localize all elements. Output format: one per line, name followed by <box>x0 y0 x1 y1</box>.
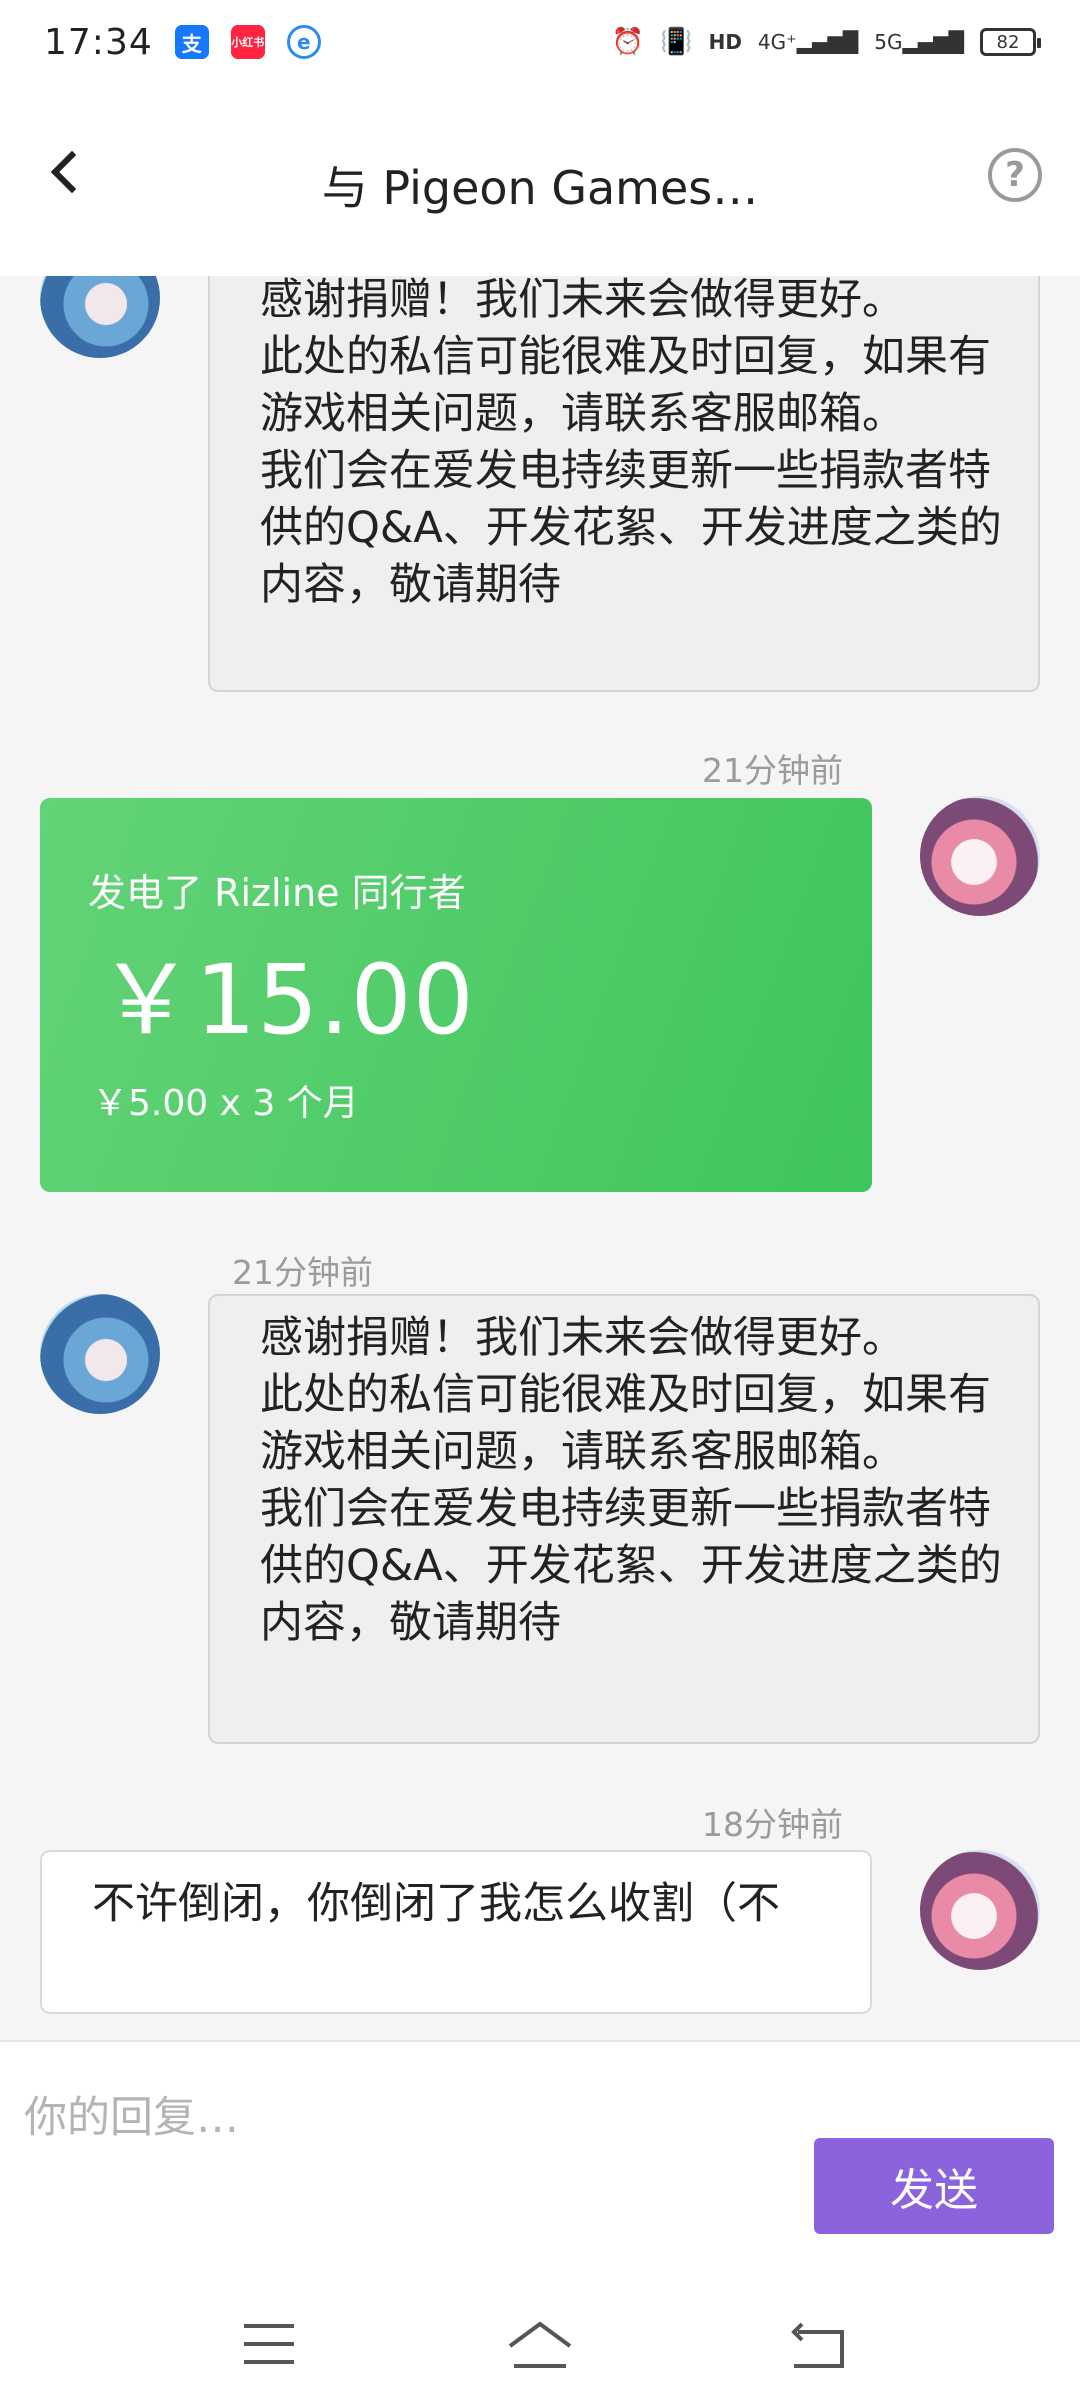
home-button[interactable] <box>500 2312 580 2382</box>
donation-card[interactable]: 发电了 Rizline 同行者 ￥15.00 ￥5.00 x 3 个月 <box>40 798 872 1192</box>
donation-detail: ￥5.00 x 3 个月 <box>92 1083 359 1124</box>
user-message-bubble: 不许倒闭，你倒闭了我怎么收割（不 <box>40 1850 872 2014</box>
nav-back-button[interactable] <box>780 2312 860 2382</box>
user-avatar[interactable] <box>920 796 1040 916</box>
creator-message-bubble: 感谢捐赠！我们未来会做得更好。 此处的私信可能很难及时回复，如果有游戏相关问题，… <box>208 276 1040 692</box>
system-nav-bar <box>0 2292 1080 2408</box>
help-button[interactable]: ? <box>988 148 1042 202</box>
send-button[interactable]: 发送 <box>814 2138 1054 2234</box>
donation-amount: ￥15.00 <box>98 944 475 1056</box>
xiaohongshu-icon: 小红书 <box>230 25 265 59</box>
message-timestamp: 21分钟前 <box>702 751 843 790</box>
message-list[interactable]: 感谢捐赠！我们未来会做得更好。 此处的私信可能很难及时回复，如果有游戏相关问题，… <box>0 276 1080 2040</box>
signal-4g-icon: 4G⁺▂▄▆█ <box>757 30 859 54</box>
creator-message-bubble: 感谢捐赠！我们未来会做得更好。 此处的私信可能很难及时回复，如果有游戏相关问题，… <box>208 1294 1040 1744</box>
hd-icon: HD <box>708 30 742 54</box>
browser-icon: e <box>286 25 321 59</box>
message-timestamp: 21分钟前 <box>232 1253 373 1292</box>
status-left: 17:34 支 小红书 e <box>44 22 321 63</box>
menu-line-icon <box>244 2324 294 2328</box>
status-bar: 17:34 支 小红书 e ⏰ 📳 HD 4G⁺▂▄▆█ 5G▂▄▆█ 82 <box>0 0 1080 84</box>
creator-avatar[interactable] <box>40 1294 160 1414</box>
user-avatar[interactable] <box>920 1850 1040 1970</box>
status-right: ⏰ 📳 HD 4G⁺▂▄▆█ 5G▂▄▆█ 82 <box>611 27 1041 57</box>
composer: 发送 <box>0 2040 1080 2292</box>
menu-line-icon <box>244 2360 294 2364</box>
page-title: 与 Pigeon Games… <box>321 161 759 215</box>
status-time: 17:34 <box>44 21 153 63</box>
return-icon <box>791 2322 844 2368</box>
alarm-icon: ⏰ <box>611 27 645 57</box>
reply-input[interactable] <box>24 2078 784 2158</box>
alipay-icon: 支 <box>174 25 209 59</box>
creator-avatar[interactable] <box>40 276 160 358</box>
message-text: 感谢捐赠！我们未来会做得更好。 此处的私信可能很难及时回复，如果有游戏相关问题，… <box>260 276 1002 610</box>
battery-icon: 82 <box>980 28 1041 56</box>
home-icon <box>508 2321 572 2368</box>
message-text: 不许倒闭，你倒闭了我怎么收割（不 <box>92 1879 780 1929</box>
message-timestamp: 18分钟前 <box>702 1805 843 1844</box>
message-text: 感谢捐赠！我们未来会做得更好。 此处的私信可能很难及时回复，如果有游戏相关问题，… <box>260 1313 1002 1648</box>
vibrate-icon: 📳 <box>660 27 693 57</box>
signal-5g-icon: 5G▂▄▆█ <box>874 30 964 54</box>
donation-title: 发电了 Rizline 同行者 <box>88 871 466 915</box>
menu-line-icon <box>244 2342 294 2346</box>
recent-apps-button[interactable] <box>230 2312 310 2382</box>
question-mark-icon: ? <box>1005 155 1025 195</box>
chat-header: 与 Pigeon Games… ? <box>0 84 1080 276</box>
